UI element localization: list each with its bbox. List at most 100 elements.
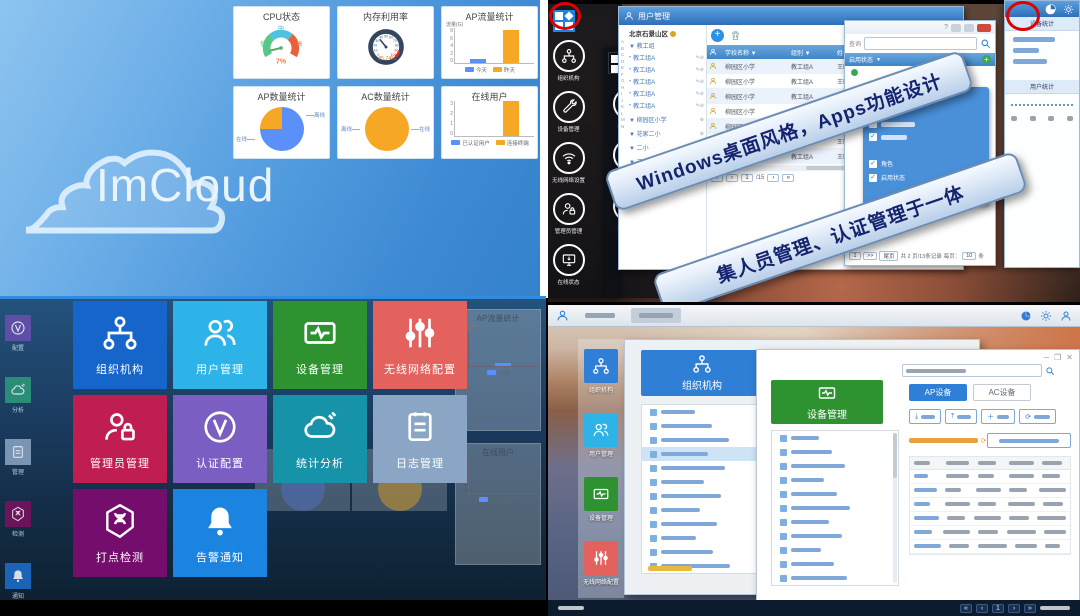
prev-page-button[interactable]: ‹ — [976, 604, 988, 613]
page-input[interactable]: 1 — [849, 252, 861, 260]
mini-tile-authv[interactable]: 配置 — [4, 315, 32, 352]
ap-device-button[interactable]: AP设备 — [909, 384, 967, 401]
search-icon[interactable] — [980, 38, 991, 49]
tree-row[interactable] — [772, 557, 898, 571]
table-row[interactable] — [910, 540, 1070, 554]
help-icon[interactable]: ? — [944, 24, 948, 31]
ac-device-button[interactable]: AC设备 — [973, 384, 1031, 401]
mini-tile-statcloud[interactable]: 分析 — [4, 377, 32, 414]
card-ap-count[interactable]: AP数量统计 在线 离线 — [233, 86, 330, 159]
maximize-button[interactable] — [964, 24, 974, 32]
tree-member[interactable]: •教工组A✎⊘ — [629, 53, 704, 62]
device-search-input[interactable] — [902, 364, 1042, 377]
launcher-item-org[interactable]: 组织机构 — [552, 40, 585, 82]
tree-row[interactable] — [772, 515, 898, 529]
minimize-button[interactable]: ─ — [1043, 353, 1049, 362]
prev-page-button[interactable]: ‹ — [726, 174, 738, 182]
next-page-button[interactable]: › — [1008, 604, 1020, 613]
tree-row[interactable] — [772, 431, 898, 445]
import-button[interactable]: ⤓ — [909, 409, 941, 424]
sidebar-item-org[interactable]: 组织机构 — [584, 349, 618, 394]
tree-row[interactable] — [772, 459, 898, 473]
index-letter[interactable]: E — [621, 65, 625, 70]
sidebar-item-device[interactable]: 设备管理 — [584, 477, 618, 522]
mini-tile-dna[interactable]: 检测 — [4, 501, 32, 538]
user-stats-label[interactable]: 用户统计 — [1005, 80, 1079, 94]
edit-delete-icons[interactable]: ✎⊘ — [696, 67, 704, 73]
last-page-button[interactable]: » — [782, 174, 794, 182]
add-column-icon[interactable]: + — [982, 55, 991, 64]
tab-1[interactable] — [577, 308, 623, 323]
page-input[interactable]: 1 — [992, 604, 1004, 613]
card-ap-traffic[interactable]: AP流量统计 流量(G)86420今天昨天 — [441, 6, 538, 79]
scrollbar[interactable] — [893, 433, 897, 583]
tile-dna[interactable]: 打点检测 — [73, 489, 167, 577]
tree-member[interactable]: •教工组A✎⊘ — [629, 77, 704, 86]
index-letter[interactable]: D — [621, 59, 625, 64]
tile-log[interactable]: 日志管理 — [373, 395, 467, 483]
column-header[interactable]: 学校名称 ▼ — [723, 48, 789, 57]
tile-statcloud[interactable]: 统计分析 — [273, 395, 367, 483]
mini-tile-bell[interactable]: 通知 — [4, 563, 32, 600]
export-button[interactable]: ⤒ — [945, 409, 977, 424]
tree-root[interactable]: 北京石景山区 — [629, 28, 704, 38]
index-letter[interactable]: G — [621, 78, 625, 83]
edit-delete-icons[interactable]: ✎⊘ — [696, 91, 704, 97]
tile-admin[interactable]: 管理员管理 — [73, 395, 167, 483]
index-letter[interactable]: B — [621, 46, 625, 51]
index-letter[interactable]: I — [621, 91, 625, 96]
edit-delete-icons[interactable]: ✎⊘ — [696, 79, 704, 85]
sidebar-item-users[interactable]: 用户管理 — [584, 413, 618, 458]
launcher-item-admin[interactable]: 管理员管理 — [552, 193, 585, 235]
index-letter[interactable]: K — [621, 104, 625, 109]
card-online-users[interactable]: 在线用户 3210已认证用户连接终端 — [441, 86, 538, 159]
expand-icon[interactable]: ⊕ — [700, 131, 704, 137]
card-memory-usage[interactable]: 内存利用率 0102030405060708090100 35.74% — [337, 6, 434, 79]
tree-group-expanded[interactable]: ▼ 教工组 — [629, 41, 704, 50]
app-icon[interactable] — [556, 309, 569, 322]
top10-button[interactable] — [987, 433, 1071, 448]
tree-member[interactable]: •教工组A✎⊘ — [629, 89, 704, 98]
checkbox-column-header[interactable] — [707, 48, 723, 56]
gear-icon[interactable] — [1040, 310, 1052, 322]
mini-tile-log[interactable]: 管理 — [4, 439, 32, 476]
tree-row[interactable] — [772, 473, 898, 487]
index-letter[interactable]: F — [621, 72, 625, 77]
scrollbar-thumb[interactable] — [648, 566, 692, 571]
edit-delete-icons[interactable]: ✎⊘ — [696, 103, 704, 109]
tile-authv[interactable]: 认证配置 — [173, 395, 267, 483]
tree-row[interactable] — [772, 501, 898, 515]
expand-icon[interactable]: ⊕ — [700, 117, 704, 123]
add-button[interactable]: + — [711, 29, 724, 42]
launcher-item-monitor[interactable]: 在线状态 — [552, 244, 585, 286]
tree-member[interactable]: •教工组A✎⊘ — [629, 65, 704, 74]
index-letter[interactable]: A — [621, 39, 625, 44]
next-page-button[interactable]: >> — [863, 252, 877, 260]
index-letters[interactable]: ABCDEFGHIJKLMN — [621, 39, 625, 129]
trash-icon[interactable] — [730, 30, 741, 41]
tree-row[interactable] — [772, 543, 898, 557]
tree-member[interactable]: •教工组A✎⊘ — [629, 101, 704, 110]
index-letter[interactable]: C — [621, 52, 625, 57]
tree-group[interactable]: ▼ 花家二小⊕ — [629, 129, 704, 138]
tile-device[interactable]: 设备管理 — [273, 301, 367, 389]
sidebar-item-sliders[interactable]: 无线网络配置 — [584, 541, 618, 586]
search-icon[interactable] — [1045, 366, 1055, 376]
add-button[interactable]: ＋ — [981, 409, 1015, 424]
close-button[interactable] — [977, 24, 991, 32]
index-letter[interactable]: J — [621, 98, 625, 103]
launcher-item-wrench[interactable]: 设备管理 — [552, 91, 585, 133]
pie-chart-icon[interactable] — [1044, 3, 1057, 16]
card-ac-count[interactable]: AC数量统计 离线 在线 — [337, 86, 434, 159]
launcher-item-wifi[interactable]: 无线网络设置 — [552, 142, 585, 184]
first-page-button[interactable]: « — [960, 604, 972, 613]
tree-group[interactable]: ▼ 柳园区小学⊕ — [629, 115, 704, 124]
tile-sliders[interactable]: 无线网络配置 — [373, 301, 467, 389]
chart-icon[interactable] — [1020, 310, 1032, 322]
tab-2-active[interactable] — [631, 308, 681, 323]
maximize-button[interactable]: ❐ — [1054, 353, 1061, 362]
next-page-button[interactable]: › — [767, 174, 779, 182]
tile-bell[interactable]: 告警通知 — [173, 489, 267, 577]
close-button[interactable]: ✕ — [1066, 353, 1073, 362]
edit-delete-icons[interactable]: ✎⊘ — [696, 55, 704, 61]
